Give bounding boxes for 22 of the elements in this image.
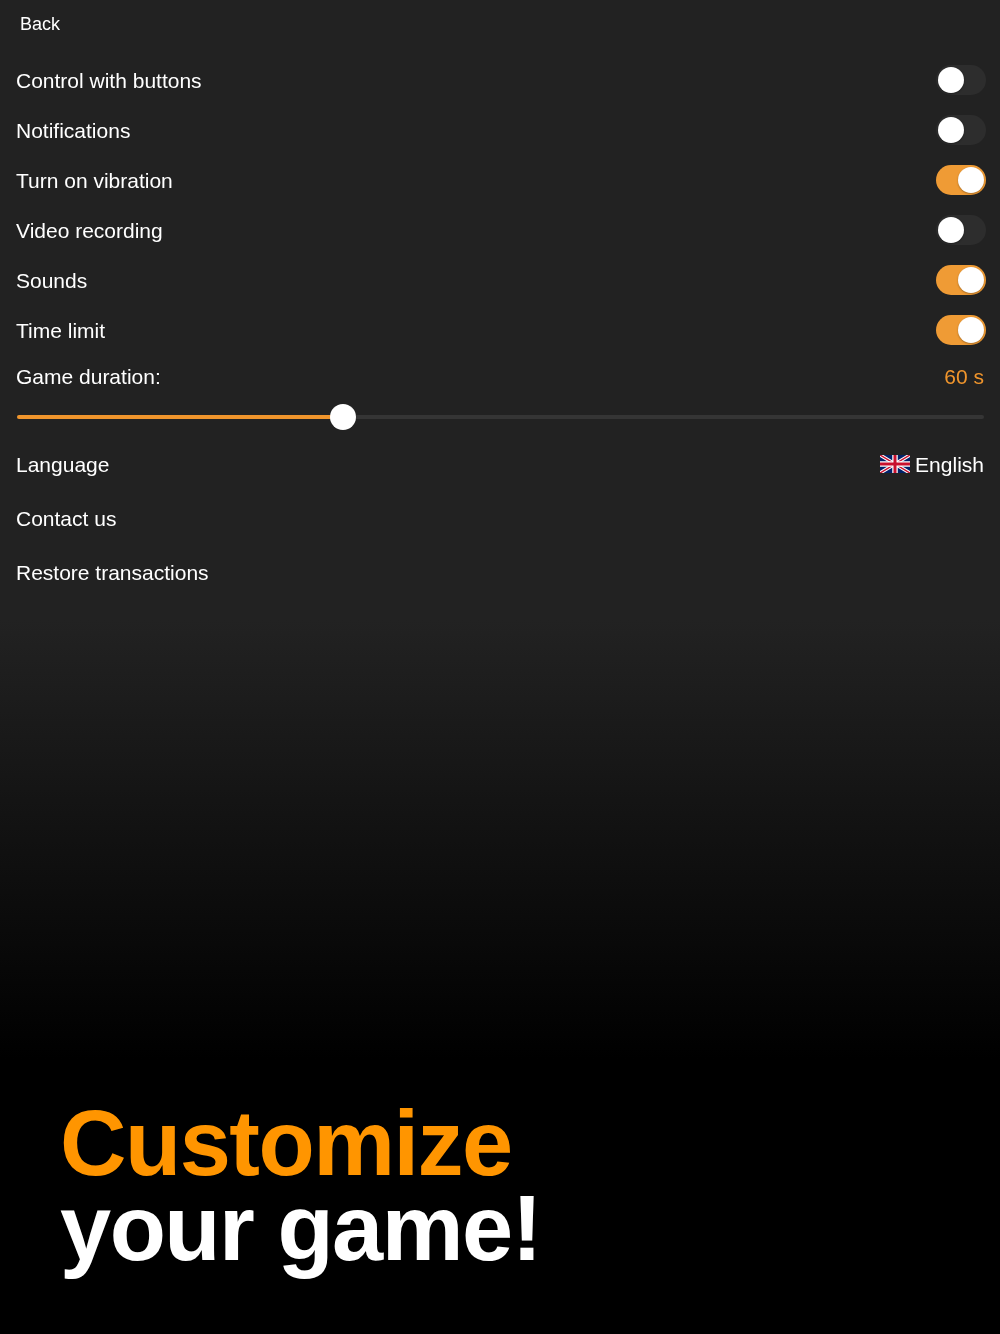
- menu-link[interactable]: Contact us: [16, 505, 117, 531]
- slider-thumb[interactable]: [329, 404, 356, 430]
- setting-label: Control with buttons: [16, 67, 202, 93]
- uk-flag-icon: [880, 455, 911, 473]
- setting-label: Sounds: [16, 267, 88, 293]
- back-link[interactable]: Back: [20, 12, 61, 36]
- setting-label: Time limit: [16, 317, 106, 343]
- language-selector[interactable]: English: [880, 451, 984, 477]
- duration-label: Game duration:: [16, 363, 161, 389]
- toggle-switch[interactable]: [936, 165, 986, 195]
- menu-link[interactable]: Restore transactions: [16, 559, 209, 585]
- slider-track[interactable]: [17, 403, 984, 431]
- language-label[interactable]: Language: [16, 451, 110, 477]
- setting-label: Turn on vibration: [16, 167, 173, 193]
- duration-value: 60 s: [944, 363, 984, 389]
- setting-label: Video recording: [16, 217, 163, 243]
- setting-label: Notifications: [16, 117, 131, 143]
- toggle-switch[interactable]: [936, 115, 986, 145]
- toggle-switch[interactable]: [936, 65, 986, 95]
- toggle-switch[interactable]: [936, 265, 986, 295]
- toggle-switch[interactable]: [936, 215, 986, 245]
- toggle-switch[interactable]: [936, 315, 986, 345]
